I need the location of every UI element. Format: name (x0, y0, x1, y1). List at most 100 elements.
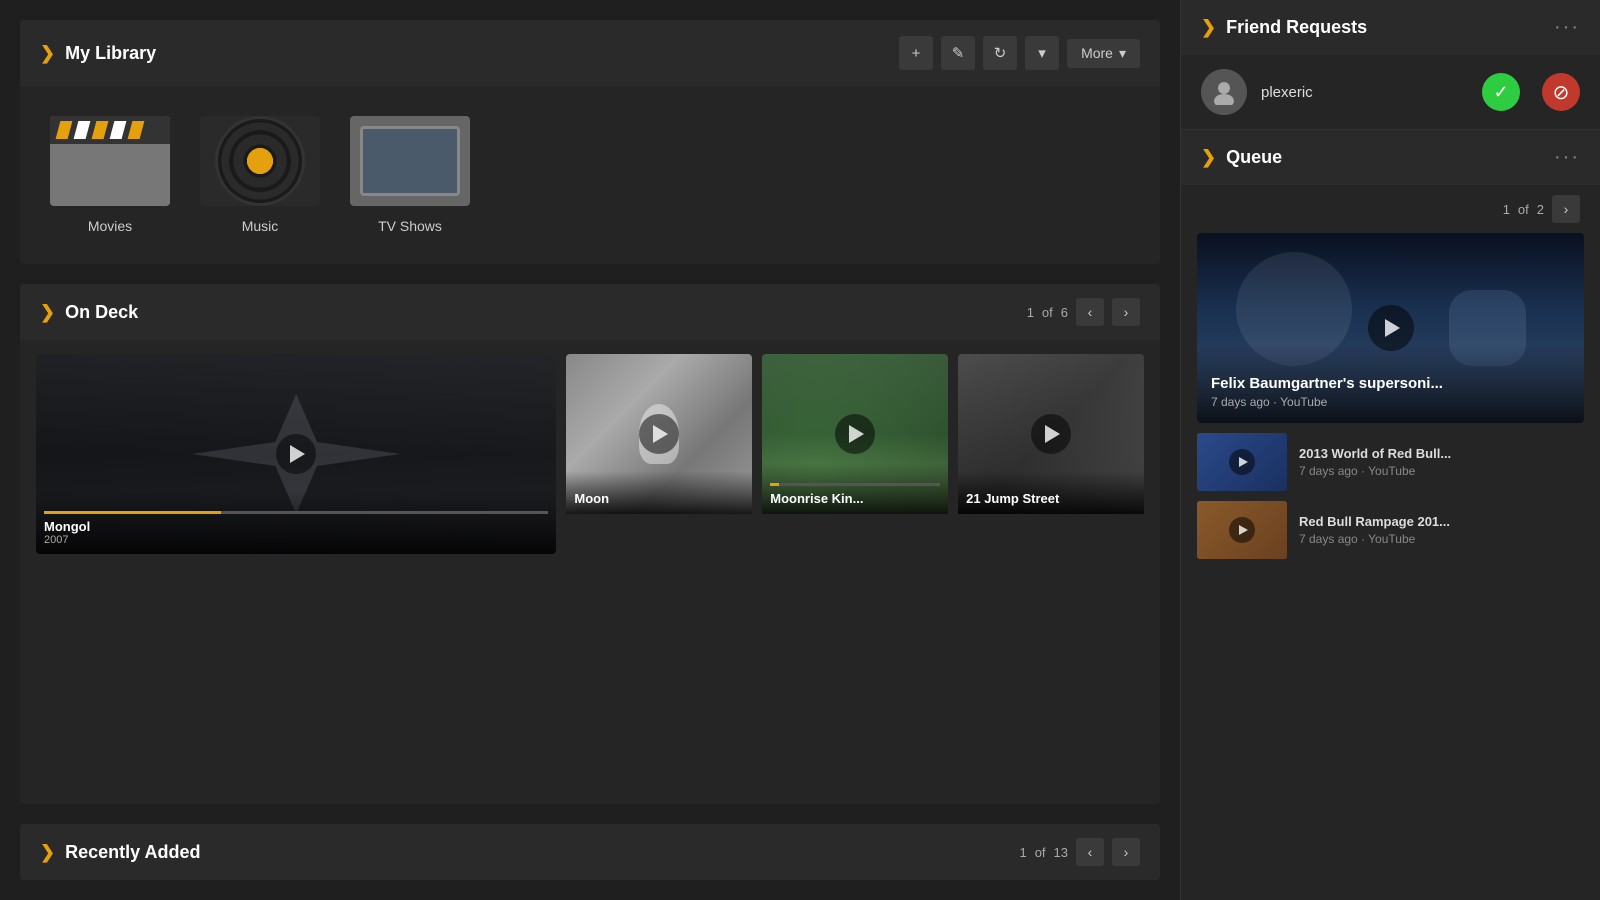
right-panel: ❯ Friend Requests ··· plexeric ✓ ⊘ (1180, 0, 1600, 900)
moonrise-progress-fill (770, 483, 778, 486)
friend-item-plexeric: plexeric ✓ ⊘ (1181, 55, 1600, 129)
user-icon (1211, 79, 1237, 105)
moonrise-progress-wrap (770, 483, 940, 486)
queue-pagination: 1 of 2 › (1181, 185, 1600, 233)
on-deck-pagination: 1 of 6 ‹ › (1027, 298, 1140, 326)
refresh-button[interactable]: ↻ (983, 36, 1017, 70)
queue-featured-info: Felix Baumgartner's supersoni... 7 days … (1197, 345, 1584, 423)
queue-section: ❯ Queue ··· 1 of 2 › (1181, 130, 1600, 900)
mongol-year: 2007 (44, 534, 548, 546)
decline-friend-button[interactable]: ⊘ (1542, 73, 1580, 111)
moon-play-icon (653, 425, 668, 443)
friend-requests-title: Friend Requests (1226, 17, 1554, 38)
queue-item-rampage[interactable]: Red Bull Rampage 201... 7 days ago · You… (1197, 501, 1584, 559)
friend-name-plexeric: plexeric (1261, 84, 1468, 101)
21jump-title: 21 Jump Street (966, 491, 1136, 506)
recently-added-chevron: ❯ (40, 842, 55, 863)
recently-added-prev-button[interactable]: ‹ (1076, 838, 1104, 866)
movies-label: Movies (88, 218, 132, 234)
mongol-info: Mongol 2007 (36, 491, 556, 554)
queue-featured-title: Felix Baumgartner's supersoni... (1211, 375, 1570, 392)
queue-item-title-rampage: Red Bull Rampage 201... (1299, 514, 1584, 529)
moon-title: Moon (574, 491, 744, 506)
rampage-play-icon (1239, 525, 1248, 535)
rampage-play-overlay (1229, 517, 1255, 543)
mongol-play-icon (290, 445, 305, 463)
vinyl-icon (215, 116, 305, 206)
on-deck-header: ❯ On Deck 1 of 6 ‹ › (20, 284, 1160, 340)
movies-thumb (50, 116, 170, 206)
on-deck-page-of: of (1042, 305, 1053, 320)
queue-chevron: ❯ (1201, 147, 1216, 168)
queue-item-info-redbull: 2013 World of Red Bull... 7 days ago · Y… (1299, 446, 1584, 478)
recently-added-header: ❯ Recently Added 1 of 13 ‹ › (20, 824, 1160, 880)
friend-requests-section: ❯ Friend Requests ··· plexeric ✓ ⊘ (1181, 0, 1600, 130)
friend-requests-menu[interactable]: ··· (1554, 16, 1580, 39)
library-item-movies[interactable]: Movies (50, 116, 170, 234)
queue-page-current: 1 (1503, 202, 1510, 217)
moonrise-title: Moonrise Kin... (770, 491, 940, 506)
edit-button[interactable]: ✎ (941, 36, 975, 70)
on-deck-page-current: 1 (1027, 305, 1034, 320)
tv-thumb (350, 116, 470, 206)
media-card-21jump[interactable]: 21 Jump Street (958, 354, 1144, 554)
queue-next-button[interactable]: › (1552, 195, 1580, 223)
recently-added-page-current: 1 (1019, 845, 1026, 860)
music-label: Music (242, 218, 279, 234)
queue-featured-meta: 7 days ago · YouTube (1211, 395, 1570, 409)
accept-friend-button[interactable]: ✓ (1482, 73, 1520, 111)
my-library-header: ❯ My Library + ✎ ↻ ▾ More ▾ (20, 20, 1160, 86)
on-deck-next-button[interactable]: › (1112, 298, 1140, 326)
mongol-progress-fill (44, 511, 221, 514)
queue-item-redbull[interactable]: 2013 World of Red Bull... 7 days ago · Y… (1197, 433, 1584, 491)
queue-item-title-redbull: 2013 World of Red Bull... (1299, 446, 1584, 461)
friend-avatar-plexeric (1201, 69, 1247, 115)
redbull-play-overlay (1229, 449, 1255, 475)
library-items: Movies Music TV Shows (20, 86, 1160, 264)
queue-item-thumb-redbull (1197, 433, 1287, 491)
moon-play-overlay (639, 414, 679, 454)
queue-page-total: 2 (1537, 202, 1544, 217)
queue-item-info-rampage: Red Bull Rampage 201... 7 days ago · You… (1299, 514, 1584, 546)
more-button[interactable]: More ▾ (1067, 39, 1140, 68)
library-item-music[interactable]: Music (200, 116, 320, 234)
tv-screen-icon (360, 126, 460, 196)
21jump-play-overlay (1031, 414, 1071, 454)
mongol-title: Mongol (44, 519, 548, 534)
recently-added-pagination: 1 of 13 ‹ › (1019, 838, 1140, 866)
on-deck-section: ❯ On Deck 1 of 6 ‹ › (20, 284, 1160, 804)
friend-requests-chevron: ❯ (1201, 17, 1216, 38)
dropdown-button[interactable]: ▾ (1025, 36, 1059, 70)
queue-item-thumb-rampage (1197, 501, 1287, 559)
my-library-title: My Library (65, 43, 899, 64)
21jump-play-icon (1045, 425, 1060, 443)
library-item-tv-shows[interactable]: TV Shows (350, 116, 470, 234)
on-deck-page-total: 6 (1061, 305, 1068, 320)
my-library-toolbar: + ✎ ↻ ▾ More ▾ (899, 36, 1140, 70)
recently-added-page-of: of (1035, 845, 1046, 860)
recently-added-title: Recently Added (65, 842, 1019, 863)
music-thumb (200, 116, 320, 206)
queue-featured-item[interactable]: Felix Baumgartner's supersoni... 7 days … (1197, 233, 1584, 423)
recently-added-section: ❯ Recently Added 1 of 13 ‹ › (20, 824, 1160, 880)
queue-header: ❯ Queue ··· (1181, 130, 1600, 185)
queue-menu[interactable]: ··· (1554, 146, 1580, 169)
moonrise-play-overlay (835, 414, 875, 454)
add-button[interactable]: + (899, 36, 933, 70)
queue-items-list: 2013 World of Red Bull... 7 days ago · Y… (1181, 423, 1600, 569)
media-card-moonrise[interactable]: Moonrise Kin... (762, 354, 948, 554)
on-deck-prev-button[interactable]: ‹ (1076, 298, 1104, 326)
recently-added-page-total: 13 (1054, 845, 1068, 860)
queue-item-meta-rampage: 7 days ago · YouTube (1299, 532, 1584, 546)
on-deck-chevron: ❯ (40, 302, 55, 323)
on-deck-cards: Mongol 2007 Mo (20, 340, 1160, 568)
tv-shows-label: TV Shows (378, 218, 442, 234)
my-library-chevron: ❯ (40, 43, 55, 64)
my-library-section: ❯ My Library + ✎ ↻ ▾ More ▾ (20, 20, 1160, 264)
moonrise-info: Moonrise Kin... (762, 463, 948, 514)
media-card-moon[interactable]: Moon (566, 354, 752, 554)
queue-title: Queue (1226, 147, 1554, 168)
recently-added-next-button[interactable]: › (1112, 838, 1140, 866)
mongol-progress-wrap (44, 511, 548, 514)
media-card-mongol[interactable]: Mongol 2007 (36, 354, 556, 554)
